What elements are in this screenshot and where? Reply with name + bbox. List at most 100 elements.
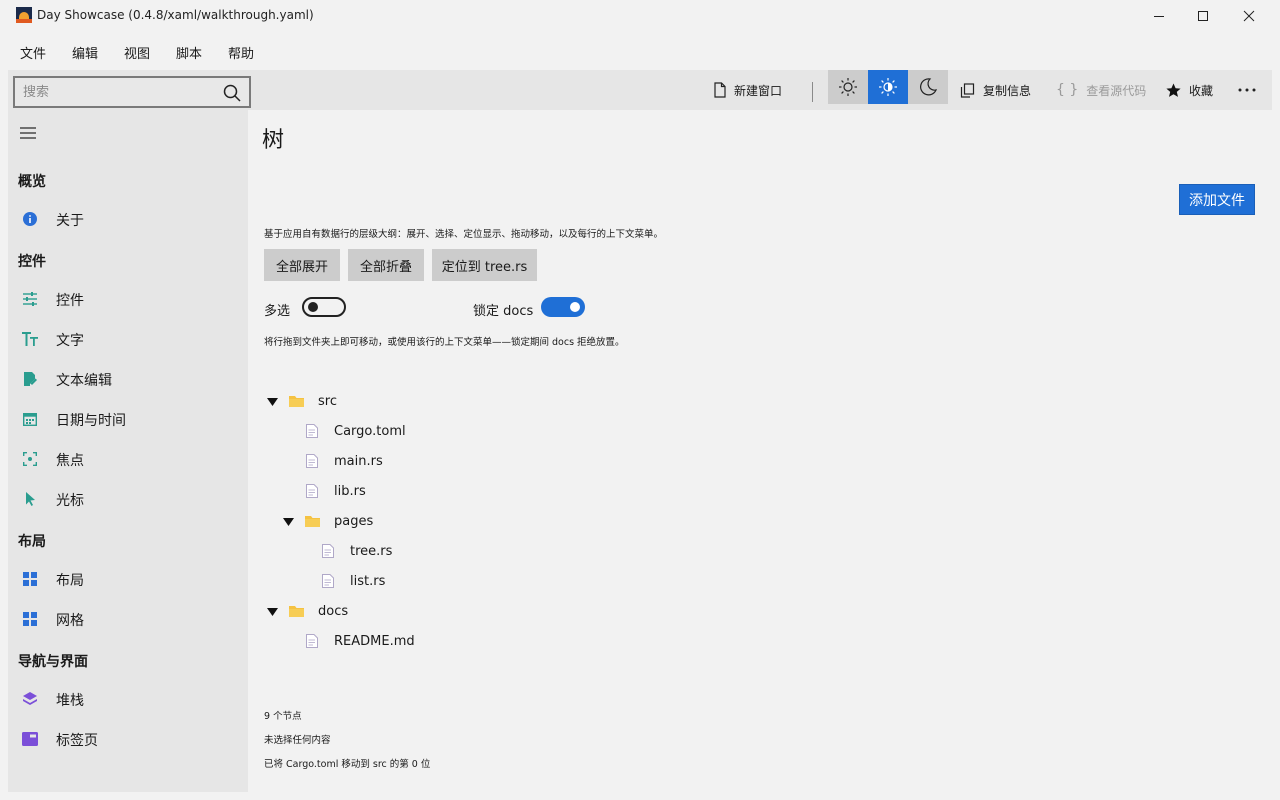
add-file-button[interactable]: 添加文件 bbox=[1179, 184, 1255, 215]
maximize-button[interactable] bbox=[1180, 0, 1226, 32]
copy-info-button[interactable]: 复制信息 bbox=[960, 70, 1031, 110]
window-title: Day Showcase (0.4.8/xaml/walkthrough.yam… bbox=[37, 8, 314, 22]
sidebar-item-label: 关于 bbox=[56, 213, 84, 229]
braces-icon: { } bbox=[1056, 82, 1079, 98]
chevron-down-icon[interactable] bbox=[267, 396, 279, 408]
text-size-icon bbox=[22, 331, 38, 347]
sidebar-item-about[interactable]: 关于 bbox=[8, 199, 248, 239]
more-icon bbox=[1238, 88, 1256, 92]
sidebar-item-grid[interactable]: 网格 bbox=[8, 599, 248, 639]
sidebar-item-text[interactable]: 文字 bbox=[8, 319, 248, 359]
menu-file[interactable]: 文件 bbox=[20, 43, 46, 62]
last-action-status: 已将 Cargo.toml 移动到 src 的第 0 位 bbox=[264, 759, 431, 770]
file-icon bbox=[322, 574, 334, 588]
sliders-icon bbox=[22, 291, 38, 307]
chevron-down-icon[interactable] bbox=[267, 606, 279, 618]
view-source-label: 查看源代码 bbox=[1086, 83, 1147, 98]
collapse-all-button[interactable]: 全部折叠 bbox=[348, 249, 424, 281]
favorite-label: 收藏 bbox=[1189, 83, 1214, 98]
lock-docs-toggle[interactable] bbox=[541, 297, 585, 317]
sidebar-item-focus[interactable]: 焦点 bbox=[8, 439, 248, 479]
hamburger-button[interactable] bbox=[20, 124, 36, 143]
close-button[interactable] bbox=[1226, 0, 1272, 32]
tree-row-tree-rs[interactable]: tree.rs bbox=[264, 537, 664, 567]
tab-icon bbox=[22, 731, 38, 747]
tree-row-readme-md[interactable]: README.md bbox=[264, 627, 664, 657]
focus-icon bbox=[22, 451, 38, 467]
tree-row-src[interactable]: src bbox=[264, 387, 664, 417]
tree-row-pages[interactable]: pages bbox=[264, 507, 664, 537]
drag-hint: 将行拖到文件夹上即可移动，或使用该行的上下文菜单——锁定期间 docs 拒绝放置… bbox=[264, 337, 625, 348]
tree-row-list-rs[interactable]: list.rs bbox=[264, 567, 664, 597]
tree-row-docs[interactable]: docs bbox=[264, 597, 664, 627]
sidebar-item-label: 网格 bbox=[56, 613, 84, 629]
sun-icon bbox=[839, 78, 857, 96]
title-bar: Day Showcase (0.4.8/xaml/walkthrough.yam… bbox=[0, 0, 1280, 32]
sidebar-item-stack[interactable]: 堆栈 bbox=[8, 679, 248, 719]
menu-view[interactable]: 视图 bbox=[124, 43, 150, 62]
tree-row-main-rs[interactable]: main.rs bbox=[264, 447, 664, 477]
document-icon bbox=[714, 82, 726, 98]
new-window-label: 新建窗口 bbox=[734, 83, 783, 98]
multi-select-toggle[interactable] bbox=[302, 297, 346, 317]
view-source-button[interactable]: { } 查看源代码 bbox=[1056, 70, 1146, 110]
tree-row-label: Cargo.toml bbox=[334, 424, 406, 439]
minimize-button[interactable] bbox=[1136, 0, 1182, 32]
tree-row-label: tree.rs bbox=[350, 544, 393, 559]
content-area: 树 添加文件 基于应用自有数据行的层级大纲：展开、选择、定位显示、拖动移动，以及… bbox=[248, 110, 1272, 800]
page-description: 基于应用自有数据行的层级大纲：展开、选择、定位显示、拖动移动，以及每行的上下文菜… bbox=[264, 229, 664, 240]
nav-heading-navigation: 导航与界面 bbox=[18, 654, 88, 670]
calendar-icon bbox=[22, 411, 38, 427]
sidebar-item-text-editing[interactable]: 文本编辑 bbox=[8, 359, 248, 399]
folder-icon bbox=[289, 396, 304, 407]
file-icon bbox=[306, 484, 318, 498]
search-icon[interactable] bbox=[223, 84, 241, 102]
layers-icon bbox=[22, 691, 38, 707]
sidebar-item-label: 日期与时间 bbox=[56, 413, 126, 429]
tree-row-lib-rs[interactable]: lib.rs bbox=[264, 477, 664, 507]
light-theme-button[interactable] bbox=[828, 70, 868, 104]
menu-help[interactable]: 帮助 bbox=[228, 43, 254, 62]
nav-heading-overview: 概览 bbox=[18, 174, 46, 190]
favorite-button[interactable]: 收藏 bbox=[1166, 70, 1213, 110]
moon-icon bbox=[920, 78, 938, 96]
tree-row-cargo-toml[interactable]: Cargo.toml bbox=[264, 417, 664, 447]
file-icon bbox=[306, 454, 318, 468]
tree-row-label: docs bbox=[318, 604, 349, 619]
sidebar-item-label: 控件 bbox=[56, 293, 84, 309]
sidebar-item-label: 标签页 bbox=[56, 733, 98, 749]
file-icon bbox=[306, 634, 318, 648]
search-box[interactable] bbox=[13, 76, 251, 108]
chevron-down-icon[interactable] bbox=[283, 516, 295, 528]
close-icon bbox=[1243, 10, 1255, 22]
nav-heading-layout: 布局 bbox=[18, 534, 46, 550]
sidebar-item-cursor[interactable]: 光标 bbox=[8, 479, 248, 519]
expand-all-button[interactable]: 全部展开 bbox=[264, 249, 340, 281]
menu-script[interactable]: 脚本 bbox=[176, 43, 202, 62]
selection-status: 未选择任何内容 bbox=[264, 735, 331, 746]
file-icon bbox=[322, 544, 334, 558]
folder-icon bbox=[305, 516, 320, 527]
toolbar: 新建窗口 bbox=[8, 70, 1272, 110]
sidebar-item-label: 焦点 bbox=[56, 453, 84, 469]
dark-theme-button[interactable] bbox=[908, 70, 948, 104]
auto-theme-button[interactable] bbox=[868, 70, 908, 104]
sidebar-item-tabs[interactable]: 标签页 bbox=[8, 719, 248, 759]
more-options-button[interactable] bbox=[1238, 70, 1264, 110]
nav-heading-controls: 控件 bbox=[18, 254, 46, 270]
info-icon bbox=[22, 211, 38, 227]
search-input[interactable] bbox=[23, 83, 213, 101]
toolbar-divider bbox=[812, 82, 813, 102]
tree-row-label: src bbox=[318, 394, 337, 409]
sidebar-item-controls[interactable]: 控件 bbox=[8, 279, 248, 319]
locate-button[interactable]: 定位到 tree.rs bbox=[432, 249, 537, 281]
sidebar-item-label: 文本编辑 bbox=[56, 373, 112, 389]
sidebar-item-label: 光标 bbox=[56, 493, 84, 509]
menu-bar: 文件 编辑 视图 脚本 帮助 bbox=[0, 32, 1280, 70]
copy-info-label: 复制信息 bbox=[983, 83, 1032, 98]
new-window-button[interactable]: 新建窗口 bbox=[714, 70, 782, 110]
folder-icon bbox=[289, 606, 304, 617]
sidebar-item-layout[interactable]: 布局 bbox=[8, 559, 248, 599]
sidebar-item-date-time[interactable]: 日期与时间 bbox=[8, 399, 248, 439]
menu-edit[interactable]: 编辑 bbox=[72, 43, 98, 62]
